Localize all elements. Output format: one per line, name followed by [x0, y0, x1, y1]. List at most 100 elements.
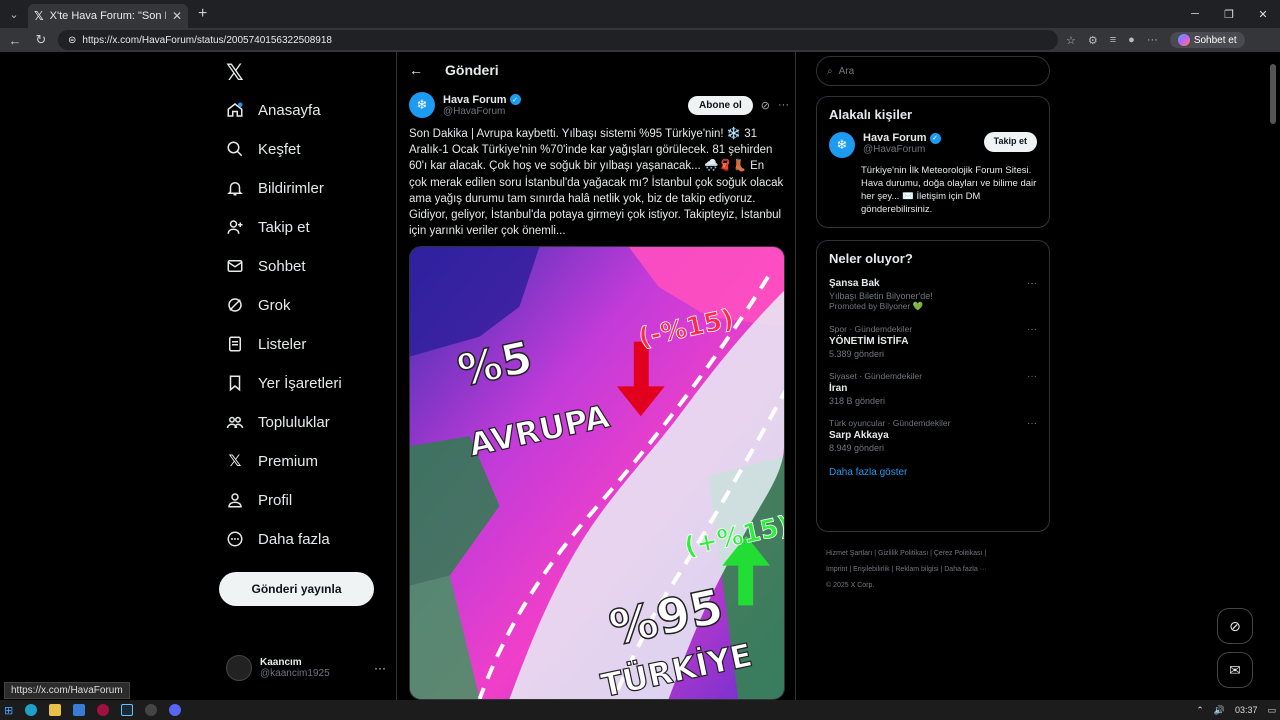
window-controls: ─ ❐ ✕: [1178, 0, 1280, 28]
store-icon[interactable]: [73, 704, 86, 716]
trend-more-icon[interactable]: ···: [1027, 278, 1037, 289]
more-circle-icon: [226, 530, 244, 548]
follow-button[interactable]: Takip et: [983, 132, 1037, 152]
trend-item[interactable]: Siyaset · Gündemdekiler İran 318 B gönde…: [817, 371, 1049, 406]
author-name-row[interactable]: Hava Forum ✓: [443, 94, 521, 106]
post-text: Son Dakika | Avrupa kaybetti. Yılbaşı si…: [409, 128, 784, 238]
trend-item[interactable]: Türk oyuncular · Gündemdekiler Sarp Akka…: [817, 418, 1049, 453]
app-icon[interactable]: [97, 704, 110, 716]
close-window-icon[interactable]: ✕: [1246, 0, 1280, 28]
system-tray: ⌃ 🔊 03:37 ▭: [1196, 705, 1276, 716]
nav-messages[interactable]: Sohbet: [226, 247, 306, 285]
nav-label: Yer İşaretleri: [258, 374, 342, 392]
nav-notifications[interactable]: Bildirimler: [226, 169, 324, 207]
menu-dots-icon[interactable]: ···: [1147, 34, 1158, 46]
post-image[interactable]: %5 AVRUPA (-%15) (+%15) %95 TÜRKİYE: [409, 246, 785, 700]
grok-explain-icon[interactable]: ⊘: [761, 99, 770, 112]
x-logo-icon[interactable]: 𝕏: [226, 60, 244, 86]
post-button[interactable]: Gönderi yayınla: [219, 572, 374, 606]
grok-float-button[interactable]: ⊘: [1217, 608, 1253, 644]
account-switcher[interactable]: Kaancım @kaancim1925 ···: [226, 648, 386, 688]
volume-icon[interactable]: 🔊: [1214, 705, 1225, 716]
minimize-icon[interactable]: ─: [1178, 0, 1212, 28]
new-tab-icon[interactable]: +: [198, 5, 207, 23]
site-info-icon[interactable]: ⊜: [68, 35, 76, 46]
footer-line[interactable]: Hizmet Şartları | Gizlilik Politikası | …: [826, 546, 1050, 562]
x-favicon-icon: 𝕏: [34, 9, 44, 23]
subscribe-button[interactable]: Abone ol: [688, 95, 753, 115]
nav-lists[interactable]: Listeler: [226, 325, 306, 363]
nav-grok[interactable]: Grok: [226, 286, 291, 324]
nav-more[interactable]: Daha fazla: [226, 520, 330, 558]
nav-label: Listeler: [258, 335, 307, 353]
trends-title: Neler oluyor?: [829, 251, 913, 266]
account-handle: @kaancim1925: [260, 668, 330, 679]
nav-explore[interactable]: Keşfet: [226, 130, 301, 168]
restore-icon[interactable]: ❐: [1212, 0, 1246, 28]
x-premium-icon: 𝕏: [228, 453, 242, 470]
footer-line[interactable]: Imprint | Erişilebilirlik | Reklam bilgi…: [826, 562, 1050, 578]
search-icon: [226, 140, 244, 158]
trend-more-icon[interactable]: ···: [1027, 418, 1037, 429]
nav-label: Profil: [258, 491, 293, 509]
reload-icon[interactable]: ↻: [32, 32, 50, 48]
verified-badge-icon: ✓: [509, 94, 521, 105]
bookmark-icon: [226, 374, 244, 392]
post-more-icon[interactable]: ···: [778, 99, 789, 111]
favorites-star-icon[interactable]: ☆: [1066, 34, 1076, 47]
browser-tab-strip: ⌄ 𝕏 X'te Hava Forum: "Son Dakika | Av ✕ …: [0, 0, 1280, 28]
search-input[interactable]: ⌕ Ara: [816, 56, 1050, 86]
nav-label: Sohbet: [258, 257, 306, 275]
nav-bookmarks[interactable]: Yer İşaretleri: [226, 364, 342, 402]
nav-follow[interactable]: Takip et: [226, 208, 310, 246]
nav-home[interactable]: Anasayfa: [226, 91, 321, 129]
profile-icon[interactable]: ●: [1128, 34, 1135, 46]
nav-label: Anasayfa: [258, 101, 321, 119]
author-avatar[interactable]: ❄: [409, 92, 435, 118]
extensions-icon[interactable]: ⚙: [1088, 34, 1098, 47]
trend-item[interactable]: Spor · Gündemdekiler YÖNETİM İSTİFA 5.38…: [817, 324, 1049, 359]
person-handle: @HavaForum: [863, 144, 926, 155]
tray-chevron-icon[interactable]: ⌃: [1196, 705, 1204, 716]
footer-copyright: © 2025 X Corp.: [826, 582, 875, 589]
settings-app-icon[interactable]: [145, 704, 158, 716]
person-avatar[interactable]: ❄: [829, 132, 855, 158]
close-tab-icon[interactable]: ✕: [172, 9, 182, 23]
account-name: Kaancım: [260, 657, 302, 668]
edge-icon[interactable]: [25, 704, 38, 716]
nav-premium[interactable]: 𝕏 Premium: [226, 442, 318, 480]
windows-start-icon[interactable]: ⊞: [4, 704, 13, 717]
address-bar[interactable]: ⊜ https://x.com/HavaForum/status/2005740…: [58, 30, 1058, 50]
nav-communities[interactable]: Topluluklar: [226, 403, 330, 441]
show-more-link[interactable]: Daha fazla göster: [817, 453, 1049, 490]
address-bar-row: ← ↻ ⊜ https://x.com/HavaForum/status/200…: [0, 28, 1280, 52]
trend-item[interactable]: Şansa Bak Yılbaşı Biletin Bilyoner'de! P…: [817, 278, 1049, 312]
page-scrollbar[interactable]: [1270, 54, 1276, 694]
browser-tab-title: X'te Hava Forum: "Son Dakika | Av: [49, 10, 166, 22]
collections-icon[interactable]: ≡: [1110, 34, 1116, 46]
nav-label: Bildirimler: [258, 179, 324, 197]
nav-profile[interactable]: Profil: [226, 481, 292, 519]
scroll-thumb[interactable]: [1270, 64, 1276, 124]
more-dots-icon[interactable]: ···: [374, 661, 386, 675]
browser-tab[interactable]: 𝕏 X'te Hava Forum: "Son Dakika | Av ✕: [28, 4, 188, 28]
steam-icon[interactable]: [121, 704, 134, 716]
messages-float-button[interactable]: ✉: [1217, 652, 1253, 688]
notification-icon[interactable]: ▭: [1267, 705, 1276, 716]
trend-more-icon[interactable]: ···: [1027, 324, 1037, 335]
nav-label: Takip et: [258, 218, 310, 236]
back-icon[interactable]: ←: [6, 33, 24, 48]
back-arrow-icon[interactable]: ←: [409, 62, 423, 78]
home-icon: [226, 101, 244, 119]
copilot-chat-button[interactable]: Sohbet et: [1169, 32, 1245, 48]
nav-label: Topluluklar: [258, 413, 330, 431]
nav-label: Daha fazla: [258, 530, 330, 548]
person-icon: [226, 491, 244, 509]
trend-more-icon[interactable]: ···: [1027, 371, 1037, 382]
file-explorer-icon[interactable]: [49, 704, 62, 716]
clock[interactable]: 03:37: [1235, 705, 1258, 715]
tab-list-menu-icon[interactable]: ⌄: [0, 0, 28, 28]
nav-label: Keşfet: [258, 140, 301, 158]
discord-icon[interactable]: [169, 704, 182, 716]
relevant-person[interactable]: ❄ Hava Forum ✓ @HavaForum Takip et: [817, 122, 1049, 158]
